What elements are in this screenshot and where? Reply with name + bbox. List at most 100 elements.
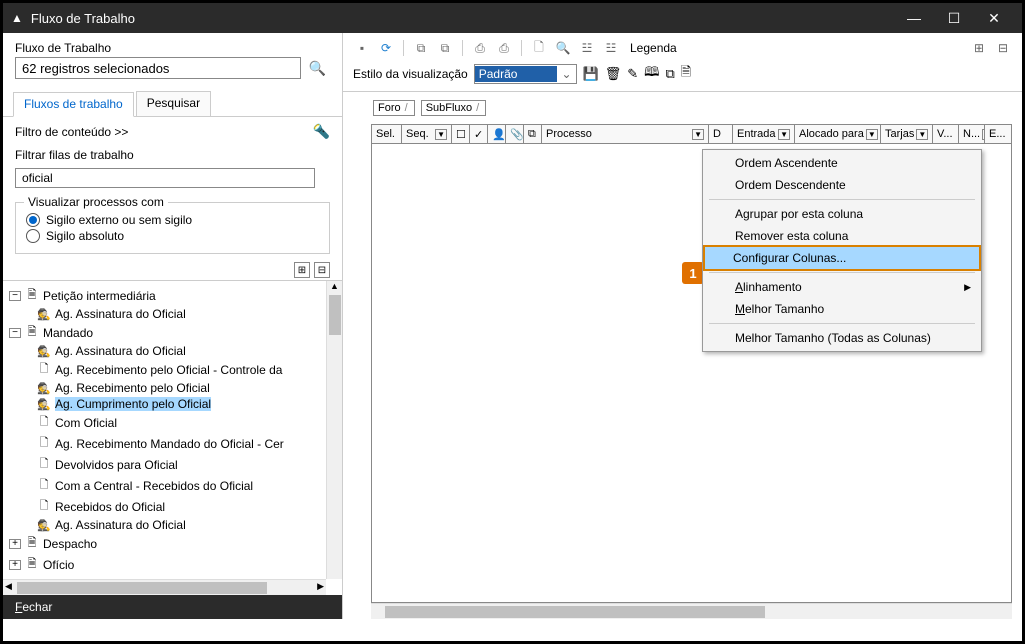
menu-sort-asc[interactable]: Ordem Ascendente [705,152,979,174]
col-sel[interactable]: Sel. [372,125,402,143]
book-icon[interactable]: 🕮 [644,63,659,85]
menu-alignment[interactable]: Alinhamento▶ [705,276,979,298]
tag3-icon[interactable]: ☳ [578,39,596,57]
tree-node-assinatura[interactable]: 🕵Ag. Assinatura do Oficial [7,306,338,322]
tree-node-assinatura[interactable]: 🕵Ag. Assinatura do Oficial [7,343,338,359]
col-check[interactable]: ☐ [452,125,470,143]
expand-all-icon[interactable]: ⊞ [294,262,310,278]
visualize-legend: Visualizar processos com [24,195,168,209]
breadcrumb-subfluxo[interactable]: SubFluxo/ [421,100,487,116]
sign-icon: 🕵 [37,308,51,321]
chevron-right-icon: ▶ [964,282,971,293]
col-d[interactable]: D [709,125,733,143]
search-doc-icon[interactable]: 🔍 [554,39,572,57]
tag-icon[interactable]: ⎙ [471,39,489,57]
edit-icon[interactable]: ✎ [627,66,638,82]
tree-node-com-central[interactable]: 🗋Com a Central - Recebidos do Oficial [7,475,338,496]
right-toolbar: ▪ ⟳ ⧉ ⧉ ⎙ ⎙ 🗋 🔍 ☳ ☳ Legenda ⊞ ⊟ [343,33,1022,61]
breadcrumb: Foro/ SubFluxo/ [343,100,1022,124]
tree-node-mandado[interactable]: −🗎Mandado [7,322,338,343]
search-icon[interactable]: 🔍 [305,60,330,77]
tree-node-assinatura[interactable]: 🕵Ag. Assinatura do Oficial [7,517,338,533]
tree-node-com-oficial[interactable]: 🗋Com Oficial [7,412,338,433]
grid-horizontal-scrollbar[interactable] [371,603,1012,619]
paste-icon[interactable]: ⧉ [436,39,454,57]
tree-horizontal-scrollbar[interactable] [3,579,326,595]
doc-icon: 🗋 [37,497,51,516]
chevron-down-icon[interactable]: ▼ [866,129,878,140]
close-button[interactable]: Fechar [3,600,64,614]
tag4-icon[interactable]: ☳ [602,39,620,57]
layout2-icon[interactable]: ⊟ [994,39,1012,57]
col-person[interactable]: 👤 [488,125,506,143]
menu-separator [709,272,975,273]
tree-node-recebimento-mandado[interactable]: 🗋Ag. Recebimento Mandado do Oficial - Ce… [7,433,338,454]
minimize-button[interactable]: — [894,3,934,33]
records-search-input[interactable] [15,57,301,79]
chevron-down-icon[interactable]: ▼ [435,129,447,140]
menu-best-size[interactable]: Melhor Tamanho [705,298,979,320]
column-context-menu: Ordem Ascendente Ordem Descendente Agrup… [702,149,982,352]
content-filter-label[interactable]: Filtro de conteúdo >> [15,125,128,139]
copy2-icon[interactable]: ⧉ [665,66,674,82]
menu-group-by[interactable]: Agrupar por esta coluna [705,203,979,225]
tree-node-devolvidos[interactable]: 🗋Devolvidos para Oficial [7,454,338,475]
chevron-down-icon[interactable]: ▼ [916,129,928,140]
toolbar-square-icon[interactable]: ▪ [353,39,371,57]
chevron-down-icon[interactable]: ▼ [692,129,704,140]
col-check2[interactable]: ✓ [470,125,488,143]
breadcrumb-foro[interactable]: Foro/ [373,100,415,116]
tree-node-despacho[interactable]: +🗎Despacho [7,533,338,554]
col-e[interactable]: E... [985,125,1011,143]
tree-node-recebimento-controle[interactable]: 🗋Ag. Recebimento pelo Oficial - Controle… [7,359,338,380]
radio-absolute[interactable]: Sigilo absoluto [26,229,319,243]
grid-body[interactable]: 1 Ordem Ascendente Ordem Descendente Agr… [371,144,1012,603]
col-n[interactable]: N...▼ [959,125,985,143]
tree-node-peticao[interactable]: −🗎Petição intermediária [7,285,338,306]
filter-queue-input[interactable] [15,168,315,188]
menu-sort-desc[interactable]: Ordem Descendente [705,174,979,196]
col-clip[interactable]: 📎 [506,125,524,143]
export-icon[interactable]: 🗎 [681,63,691,85]
flashlight-icon[interactable]: 🔦 [313,123,330,140]
tree-node-cumprimento[interactable]: 🕵Ag. Cumprimento pelo Oficial [7,396,338,412]
style-label: Estilo da visualização [353,67,468,81]
tab-workflows[interactable]: Fluxos de trabalho [13,92,134,117]
folder-icon: 🗎 [25,555,39,574]
doc-icon[interactable]: 🗋 [530,39,548,57]
maximize-button[interactable]: ☐ [934,3,974,33]
sign-icon: 🕵 [37,345,51,358]
col-processo[interactable]: Processo▼ [542,125,709,143]
doc-icon: 🗋 [37,434,51,453]
menu-separator [709,323,975,324]
save-icon[interactable]: 💾 [583,66,599,82]
collapse-all-icon[interactable]: ⊟ [314,262,330,278]
style-value: Padrão [475,66,558,82]
close-window-button[interactable]: ✕ [974,3,1014,33]
style-combo[interactable]: Padrão ⌄ [474,64,577,84]
col-entrada[interactable]: Entrada▼ [733,125,795,143]
copy-icon[interactable]: ⧉ [412,39,430,57]
tab-search[interactable]: Pesquisar [136,91,211,116]
menu-configure-columns[interactable]: Configurar Colunas... [703,245,981,271]
tag2-icon[interactable]: ⎙ [495,39,513,57]
col-copy[interactable]: ⧉ [524,125,542,143]
tree-node-recebimento-oficial[interactable]: 🕵Ag. Recebimento pelo Oficial [7,380,338,396]
tree-vertical-scrollbar[interactable] [326,281,342,579]
tree-node-oficio[interactable]: +🗎Ofício [7,554,338,575]
layout-icon[interactable]: ⊞ [970,39,988,57]
col-tarjas[interactable]: Tarjas▼ [881,125,933,143]
delete-icon[interactable]: 🗑 [605,66,622,82]
titlebar: ▲ Fluxo de Trabalho — ☐ ✕ [3,3,1022,33]
col-seq[interactable]: Seq.▼ [402,125,452,143]
toolbar-legend-label[interactable]: Legenda [630,41,677,55]
menu-remove-column[interactable]: Remover esta coluna [705,225,979,247]
chevron-down-icon[interactable]: ▼ [778,129,790,140]
workflow-tree: −🗎Petição intermediária 🕵Ag. Assinatura … [3,281,342,579]
col-v[interactable]: V... [933,125,959,143]
col-alocado[interactable]: Alocado para▼ [795,125,881,143]
tree-node-recebidos[interactable]: 🗋Recebidos do Oficial [7,496,338,517]
menu-best-size-all[interactable]: Melhor Tamanho (Todas as Colunas) [705,327,979,349]
radio-external[interactable]: Sigilo externo ou sem sigilo [26,213,319,227]
refresh-icon[interactable]: ⟳ [377,39,395,57]
